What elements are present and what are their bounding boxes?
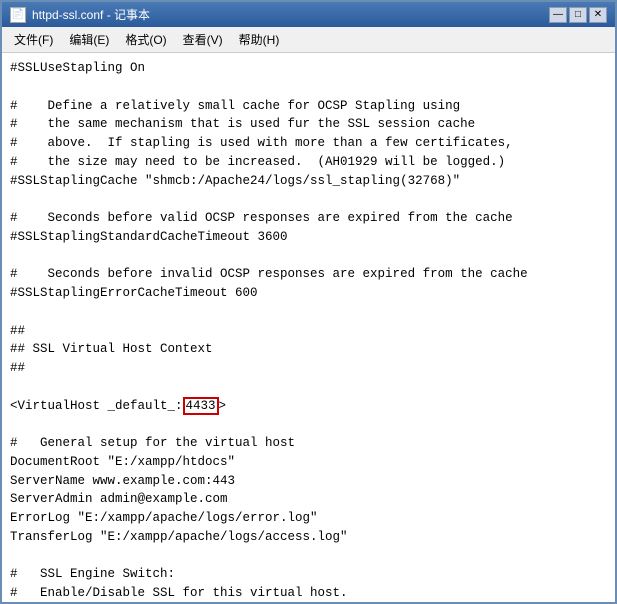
- title-bar-buttons: — □ ✕: [549, 7, 607, 23]
- menu-edit[interactable]: 编辑(E): [61, 29, 117, 50]
- menu-view[interactable]: 查看(V): [175, 29, 231, 50]
- minimize-button[interactable]: —: [549, 7, 567, 23]
- window-title: httpd-ssl.conf - 记事本: [32, 6, 150, 23]
- window-icon: 📄: [10, 7, 26, 23]
- main-window: 📄 httpd-ssl.conf - 记事本 — □ ✕ 文件(F) 编辑(E)…: [0, 0, 617, 604]
- menu-format[interactable]: 格式(O): [117, 29, 174, 50]
- text-content-area[interactable]: #SSLUseStapling On # Define a relatively…: [2, 53, 615, 602]
- menu-file[interactable]: 文件(F): [6, 29, 61, 50]
- close-button[interactable]: ✕: [589, 7, 607, 23]
- title-bar: 📄 httpd-ssl.conf - 记事本 — □ ✕: [2, 2, 615, 27]
- menu-help[interactable]: 帮助(H): [231, 29, 288, 50]
- title-bar-left: 📄 httpd-ssl.conf - 记事本: [10, 6, 150, 23]
- code-text: #SSLUseStapling On # Define a relatively…: [10, 59, 607, 602]
- menu-bar: 文件(F) 编辑(E) 格式(O) 查看(V) 帮助(H): [2, 27, 615, 53]
- port-highlight: 4433: [183, 397, 219, 415]
- maximize-button[interactable]: □: [569, 7, 587, 23]
